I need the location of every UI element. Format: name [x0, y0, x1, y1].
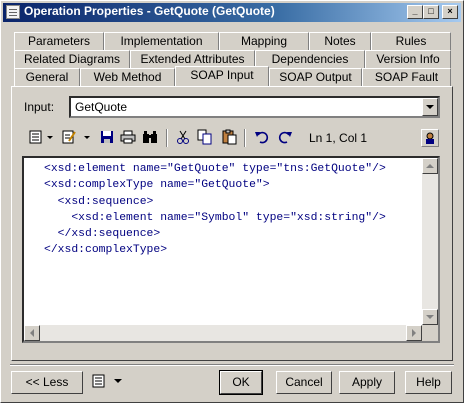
- dropdown-arrow-icon[interactable]: [114, 379, 122, 383]
- print-icon[interactable]: [119, 129, 137, 147]
- scrollbar-corner: [422, 325, 438, 341]
- cancel-button[interactable]: Cancel: [276, 371, 332, 394]
- tab-parameters[interactable]: Parameters: [14, 32, 104, 50]
- tab-mapping[interactable]: Mapping: [219, 32, 309, 50]
- tab-notes[interactable]: Notes: [309, 32, 371, 50]
- scroll-down-button[interactable]: [422, 309, 438, 325]
- apply-button[interactable]: Apply: [339, 371, 395, 394]
- edit-menu-icon[interactable]: [60, 129, 78, 147]
- minimize-button[interactable]: _: [407, 5, 423, 19]
- find-icon[interactable]: [141, 129, 159, 147]
- chevron-up-icon: [426, 164, 434, 168]
- code-line: </xsd:sequence>: [44, 228, 161, 241]
- less-button[interactable]: << Less: [11, 371, 83, 394]
- ok-button[interactable]: OK: [219, 370, 263, 395]
- window-icon: [6, 5, 20, 19]
- properties-menu-icon[interactable]: [27, 129, 45, 147]
- input-select[interactable]: GetQuote: [69, 96, 440, 118]
- window-title: Operation Properties - GetQuote (GetQuot…: [24, 4, 275, 18]
- code-line: <xsd:element name="Symbol" type="xsd:str…: [44, 211, 386, 224]
- divider: [10, 364, 454, 366]
- code-line: </xsd:complexType>: [44, 244, 168, 257]
- chevron-down-icon: [426, 315, 434, 319]
- tab-dependencies[interactable]: Dependencies: [255, 50, 365, 68]
- input-select-dropdown-button[interactable]: [422, 98, 438, 116]
- cut-icon[interactable]: [174, 129, 192, 147]
- tab-related-diagrams[interactable]: Related Diagrams: [14, 50, 130, 68]
- tab-soap-fault[interactable]: SOAP Fault: [362, 68, 451, 86]
- tab-soap-output[interactable]: SOAP Output: [269, 68, 362, 86]
- chevron-right-icon: [412, 329, 416, 337]
- tab-version-info[interactable]: Version Info: [365, 50, 451, 68]
- chevron-down-icon: [426, 105, 434, 109]
- tab-soap-input[interactable]: SOAP Input: [175, 66, 269, 86]
- tab-rules[interactable]: Rules: [371, 32, 451, 50]
- code-content[interactable]: <xsd:element name="GetQuote" type="tns:G…: [44, 161, 386, 259]
- redo-icon[interactable]: [276, 129, 294, 147]
- close-button[interactable]: ×: [442, 5, 458, 19]
- user-icon[interactable]: [421, 129, 439, 147]
- code-line: <xsd:complexType name="GetQuote">: [44, 179, 270, 192]
- tab-web-method[interactable]: Web Method: [80, 68, 175, 86]
- tab-implementation[interactable]: Implementation: [104, 32, 219, 50]
- code-line: <xsd:element name="GetQuote" type="tns:G…: [44, 163, 386, 175]
- help-button[interactable]: Help: [405, 371, 452, 394]
- code-editor[interactable]: <xsd:element name="GetQuote" type="tns:G…: [22, 156, 440, 343]
- input-select-value: GetQuote: [75, 100, 128, 114]
- maximize-button[interactable]: □: [423, 5, 439, 19]
- vertical-scrollbar[interactable]: [422, 158, 438, 325]
- paste-icon[interactable]: [220, 129, 238, 147]
- input-label: Input:: [24, 100, 55, 114]
- dropdown-arrow-icon[interactable]: [84, 136, 90, 139]
- code-line: <xsd:sequence>: [44, 195, 154, 208]
- horizontal-scrollbar[interactable]: [24, 325, 422, 341]
- scroll-right-button[interactable]: [406, 325, 422, 341]
- dropdown-arrow-icon[interactable]: [47, 136, 53, 139]
- tab-general[interactable]: General: [14, 68, 80, 86]
- save-icon[interactable]: [98, 129, 116, 147]
- copy-icon[interactable]: [196, 129, 214, 147]
- scroll-left-button[interactable]: [24, 325, 40, 341]
- undo-icon[interactable]: [253, 129, 271, 147]
- toolbar-separator: [166, 129, 168, 147]
- chevron-left-icon: [30, 329, 34, 337]
- scroll-up-button[interactable]: [422, 158, 438, 174]
- toolbar-separator: [244, 129, 246, 147]
- menu-icon[interactable]: [90, 373, 108, 391]
- cursor-position: Ln 1, Col 1: [309, 131, 368, 145]
